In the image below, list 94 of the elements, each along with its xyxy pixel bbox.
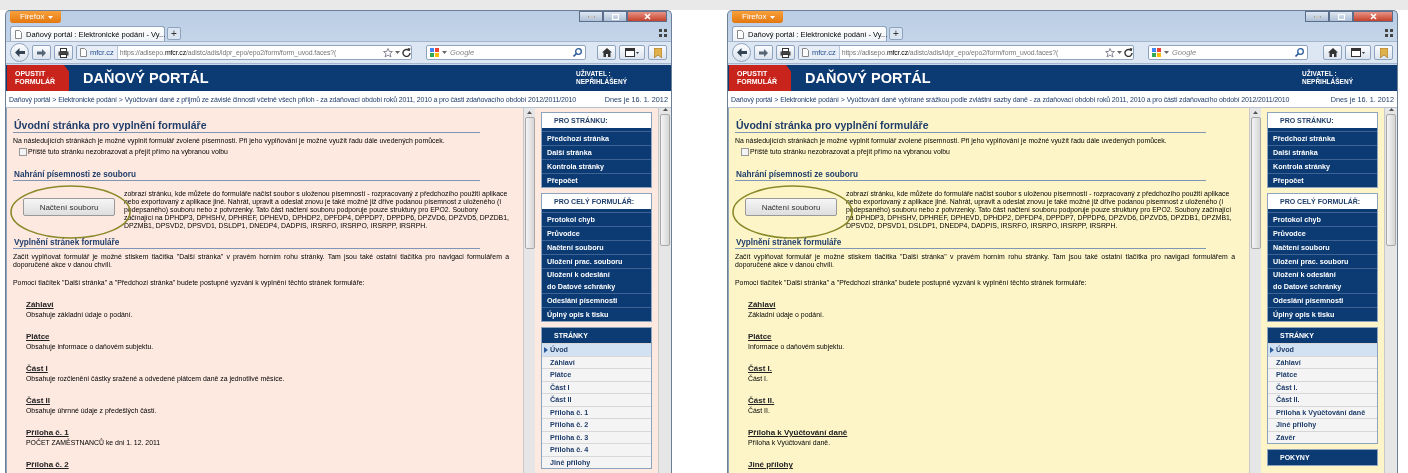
home-button[interactable] <box>1323 45 1342 60</box>
form-page-link[interactable]: Příloha k Vyúčtování daně <box>748 428 848 437</box>
form-page-link[interactable]: Příloha č. 1 <box>26 428 69 437</box>
minimize-button[interactable] <box>579 11 603 22</box>
checkbox[interactable] <box>741 148 749 156</box>
back-arrow-icon <box>14 48 25 57</box>
bookmark-icon <box>1379 47 1388 58</box>
section-heading: Vyplnění stránek formuláře <box>13 238 481 249</box>
section-heading: Vyplnění stránek formuláře <box>735 238 1206 249</box>
back-arrow-icon <box>736 48 747 57</box>
form-page-link[interactable]: Příloha č. 2 <box>26 460 69 469</box>
page-icon <box>15 29 22 39</box>
back-button[interactable] <box>732 43 751 62</box>
load-file-button[interactable]: Načtení souboru <box>23 198 115 216</box>
scrollbar[interactable] <box>523 108 535 473</box>
forward-button[interactable] <box>754 45 773 60</box>
dropdown-caret-icon[interactable] <box>395 51 400 54</box>
close-button[interactable] <box>627 11 667 22</box>
form-page-link[interactable]: Plátce <box>26 332 50 341</box>
bookmarks-menu-button[interactable] <box>1345 45 1371 60</box>
home-icon <box>601 48 612 57</box>
caret-icon <box>48 15 54 19</box>
scrollbar-thumb[interactable] <box>524 117 535 249</box>
maximize-button[interactable] <box>1329 11 1353 22</box>
print-button[interactable] <box>776 45 795 60</box>
scroll-up-icon[interactable] <box>527 111 532 114</box>
forward-button[interactable] <box>32 45 51 60</box>
page-icon <box>802 48 809 57</box>
scrollbar-thumb[interactable] <box>660 114 670 246</box>
dropdown-caret-icon[interactable] <box>1117 51 1122 54</box>
scrollbar[interactable] <box>1249 108 1261 473</box>
google-logo-icon[interactable] <box>430 48 439 57</box>
checkbox[interactable] <box>19 148 27 156</box>
close-icon <box>643 13 651 20</box>
new-tab-button[interactable]: + <box>167 27 181 40</box>
page-icon <box>80 48 87 57</box>
window-icon <box>625 48 639 57</box>
print-button[interactable] <box>54 45 73 60</box>
page-icon <box>737 29 744 39</box>
bookmarks-menu-button[interactable] <box>619 45 645 60</box>
star-icon[interactable] <box>383 47 393 58</box>
close-icon <box>1369 13 1377 20</box>
star-icon[interactable] <box>1105 47 1115 58</box>
page-heading: Úvodní stránka pro vyplnění formuláře <box>735 119 1206 133</box>
section-heading: Nahrání písemnosti ze souboru <box>735 170 1206 181</box>
google-logo-icon[interactable] <box>1152 48 1161 57</box>
print-icon <box>780 47 791 58</box>
window-icon <box>1351 48 1365 57</box>
form-page-link[interactable]: Část II. <box>748 396 775 405</box>
form-page-link[interactable]: Záhlaví <box>26 300 54 309</box>
new-tab-button[interactable]: + <box>889 27 903 40</box>
print-icon <box>58 47 69 58</box>
form-page-link[interactable]: Jiné přílohy <box>748 460 793 469</box>
selected-arrow-icon <box>544 346 548 353</box>
scrollbar-thumb[interactable] <box>1250 117 1261 249</box>
selected-arrow-icon <box>1270 346 1274 353</box>
form-page-link[interactable]: Plátce <box>748 332 772 341</box>
maximize-icon <box>1337 13 1345 20</box>
portal-title: DAŇOVÝ PORTÁL <box>805 70 931 86</box>
form-page-link[interactable]: Část I. <box>748 364 772 373</box>
forward-arrow-icon <box>759 48 768 57</box>
reload-icon[interactable] <box>402 48 411 57</box>
home-button[interactable] <box>597 45 616 60</box>
dropdown-caret-icon[interactable] <box>442 51 447 54</box>
home-icon <box>1327 48 1338 57</box>
search-icon[interactable] <box>573 48 582 57</box>
grid-icon[interactable] <box>659 29 667 37</box>
caret-icon <box>770 15 776 19</box>
form-page-link[interactable]: Část I <box>26 364 48 373</box>
bookmark-icon <box>653 47 662 58</box>
scroll-up-icon[interactable] <box>1253 111 1258 114</box>
form-page-link[interactable]: Záhlaví <box>748 300 776 309</box>
scrollbar[interactable] <box>1384 108 1397 473</box>
load-file-button[interactable]: Načtení souboru <box>745 198 837 216</box>
maximize-icon <box>611 13 619 20</box>
form-page-link[interactable]: Část II <box>26 396 50 405</box>
dropdown-caret-icon[interactable] <box>1164 51 1169 54</box>
minimize-icon <box>1313 15 1321 18</box>
grid-icon[interactable] <box>1385 29 1393 37</box>
minimize-icon <box>587 15 595 18</box>
close-button[interactable] <box>1353 11 1393 22</box>
section-heading: Nahrání písemnosti ze souboru <box>13 170 481 181</box>
forward-arrow-icon <box>37 48 46 57</box>
maximize-button[interactable] <box>603 11 627 22</box>
search-icon[interactable] <box>1295 48 1304 57</box>
back-button[interactable] <box>10 43 29 62</box>
reload-icon[interactable] <box>1124 48 1133 57</box>
portal-title: DAŇOVÝ PORTÁL <box>83 70 209 86</box>
scrollbar-thumb[interactable] <box>1386 114 1396 246</box>
page-heading: Úvodní stránka pro vyplnění formuláře <box>13 119 481 133</box>
bookmarks-button[interactable] <box>648 45 667 60</box>
scrollbar[interactable] <box>658 108 671 473</box>
minimize-button[interactable] <box>1305 11 1329 22</box>
bookmarks-button[interactable] <box>1374 45 1393 60</box>
